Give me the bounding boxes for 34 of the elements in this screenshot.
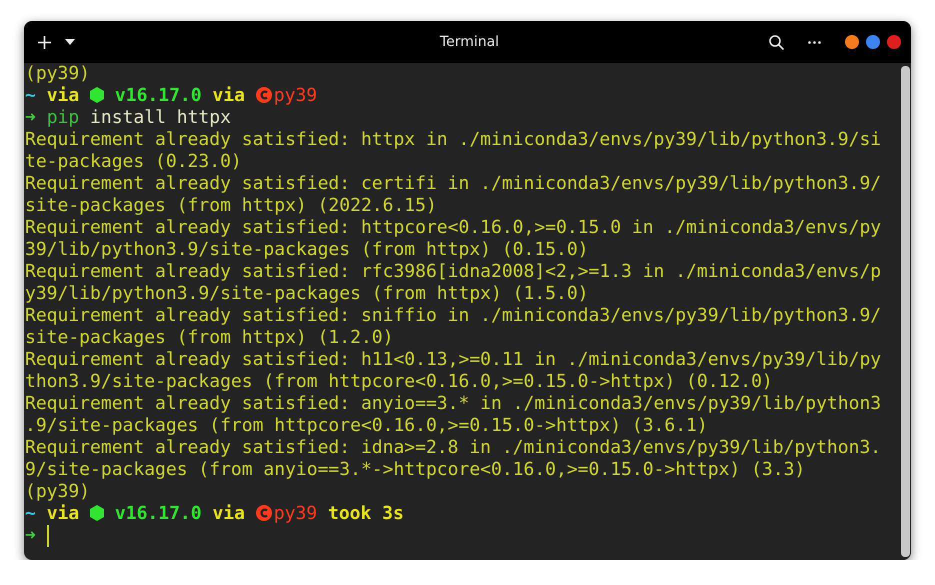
command-name: pip [46, 107, 80, 128]
output-line: Requirement already satisfied: anyio==3.* in ./miniconda3/envs/py39/lib/python3 [25, 393, 882, 414]
output-line: site-packages (from httpx) (1.2.0) [25, 327, 394, 348]
prompt-tilde: ~ [25, 85, 36, 106]
output-line: Requirement already satisfied: sniffio in ./miniconda3/envs/py39/lib/python3.9/ [25, 305, 882, 326]
prompt-keyword: via [212, 503, 245, 524]
command-args: install httpx [90, 107, 231, 128]
output-line: y39/lib/python3.9/site-packages (from httpx) (1.5.0) [25, 283, 589, 304]
prompt-arrow: ➜ [25, 524, 36, 546]
node-version: v16.17.0 [114, 503, 202, 524]
python-env: py39 [274, 503, 318, 524]
window-title: Terminal [438, 34, 500, 50]
prompt-arrow: ➜ [25, 107, 36, 128]
output-line: Requirement already satisfied: httpcore<0.16.0,>=0.15.0 in ./miniconda3/envs/py [25, 217, 882, 238]
output-line: site-packages (from httpx) (2022.6.15) [25, 195, 437, 216]
prompt-keyword: via [46, 85, 80, 106]
output-line: Requirement already satisfied: rfc3986[idna2008]<2,>=1.3 in ./miniconda3/envs/p [25, 261, 882, 282]
prompt-tilde: ~ [25, 503, 36, 524]
output-line: 39/lib/python3.9/site-packages (from httpx) (0.15.0) [25, 239, 589, 260]
output-line: (py39) [25, 481, 90, 502]
prompt-keyword: via [212, 85, 245, 106]
prompt-keyword: via [46, 503, 80, 524]
output-line: Requirement already satisfied: h11<0.13,>=0.11 in ./miniconda3/envs/py39/lib/py [25, 349, 882, 370]
output-line: (py39) [25, 63, 90, 84]
output-line: te-packages (0.23.0) [25, 151, 242, 172]
output-line: thon3.9/site-packages (from httpcore<0.16.0,>=0.15.0->httpx) (0.12.0) [25, 371, 773, 392]
output-line: Requirement already satisfied: certifi in ./miniconda3/envs/py39/lib/python3.9/ [25, 173, 882, 194]
output-line: 9/site-packages (from anyio==3.*->httpcore<0.16.0,>=0.15.0->httpx) (3.3) [25, 459, 806, 480]
elapsed-time: took 3s [328, 503, 404, 524]
python-env: py39 [274, 85, 318, 106]
output-line: Requirement already satisfied: httpx in ./miniconda3/envs/py39/lib/python3.9/si [25, 129, 882, 150]
node-version: v16.17.0 [114, 85, 202, 106]
output-line: .9/site-packages (from httpcore<0.16.0,>=0.15.0->httpx) (3.6.1) [25, 415, 708, 436]
output-line: Requirement already satisfied: idna>=2.8 in ./miniconda3/envs/py39/lib/python3. [25, 437, 882, 458]
